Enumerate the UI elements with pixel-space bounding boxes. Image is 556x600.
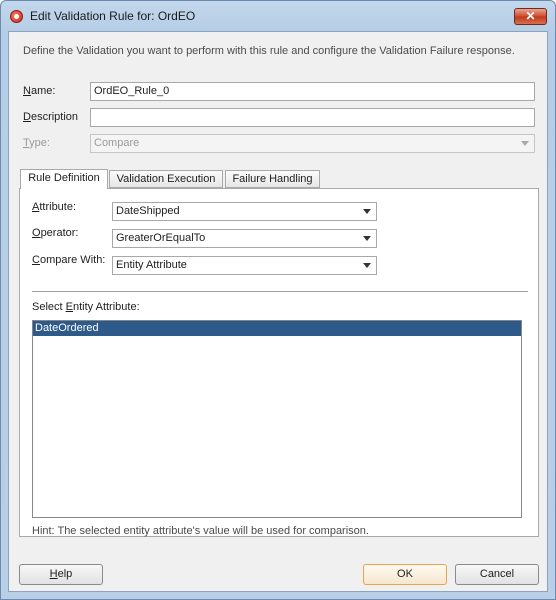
description-label-rest: escription xyxy=(30,111,79,123)
operator-label-rest: perator: xyxy=(40,227,79,239)
tab-rule-definition[interactable]: Rule Definition xyxy=(20,169,108,189)
attribute-dropdown-value: DateShipped xyxy=(116,205,180,217)
type-label-rest: ype: xyxy=(29,137,50,149)
title-bar[interactable]: Edit Validation Rule for: OrdEO ✕ xyxy=(1,1,555,31)
name-label: Name: xyxy=(23,85,55,97)
compare-with-dropdown[interactable]: Entity Attribute xyxy=(112,256,377,275)
intro-text: Define the Validation you want to perfor… xyxy=(23,45,515,57)
operator-label: Operator: xyxy=(32,227,78,239)
compare-with-label-mnemonic: C xyxy=(32,254,40,266)
operator-label-mnemonic: O xyxy=(32,227,41,239)
select-entity-attribute-label: Select Entity Attribute: xyxy=(32,301,140,313)
help-button[interactable]: Help xyxy=(19,564,103,585)
window-title: Edit Validation Rule for: OrdEO xyxy=(30,9,196,23)
select-entity-label-rest: ntity Attribute: xyxy=(72,301,140,313)
description-field[interactable] xyxy=(90,108,535,127)
dialog-window: Edit Validation Rule for: OrdEO ✕ Define… xyxy=(0,0,556,600)
rule-definition-panel: Attribute: DateShipped Operator: Greater… xyxy=(19,188,539,537)
select-entity-label-mnemonic: E xyxy=(65,301,73,313)
ok-button[interactable]: OK xyxy=(363,564,447,585)
chevron-down-icon xyxy=(521,141,529,146)
list-item-selected[interactable]: DateOrdered xyxy=(33,321,521,336)
select-entity-label-prefix: Select xyxy=(32,301,66,313)
cancel-button[interactable]: Cancel xyxy=(455,564,539,585)
help-button-mnemonic: H xyxy=(49,568,58,580)
type-dropdown: Compare xyxy=(90,134,535,153)
name-label-mnemonic: N xyxy=(23,85,31,97)
separator-line xyxy=(32,291,528,292)
compare-with-label-rest: ompare With: xyxy=(39,254,106,266)
chevron-down-icon xyxy=(363,209,371,214)
type-dropdown-value: Compare xyxy=(94,137,140,149)
help-button-rest: elp xyxy=(57,568,73,580)
hint-text: Hint: The selected entity attribute's va… xyxy=(32,525,369,537)
chevron-down-icon xyxy=(363,236,371,241)
attribute-dropdown[interactable]: DateShipped xyxy=(112,202,377,221)
entity-attribute-list[interactable]: DateOrdered xyxy=(32,320,522,518)
name-label-rest: ame: xyxy=(30,85,56,97)
dialog-content: Define the Validation you want to perfor… xyxy=(8,31,548,592)
description-label: Description xyxy=(23,111,78,123)
type-label: Type: xyxy=(23,137,50,149)
description-label-mnemonic: D xyxy=(23,111,31,123)
attribute-label: Attribute: xyxy=(32,201,76,213)
operator-dropdown[interactable]: GreaterOrEqualTo xyxy=(112,229,377,248)
compare-with-label: Compare With: xyxy=(32,254,105,266)
name-field[interactable]: OrdEO_Rule_0 xyxy=(90,82,535,101)
tab-failure-handling[interactable]: Failure Handling xyxy=(225,170,320,188)
tab-validation-execution[interactable]: Validation Execution xyxy=(109,170,223,188)
compare-with-dropdown-value: Entity Attribute xyxy=(116,259,187,271)
close-button[interactable]: ✕ xyxy=(514,8,547,25)
oracle-app-icon xyxy=(10,10,23,23)
attribute-label-rest: ttribute: xyxy=(39,201,77,213)
operator-dropdown-value: GreaterOrEqualTo xyxy=(116,232,206,244)
chevron-down-icon xyxy=(363,263,371,268)
